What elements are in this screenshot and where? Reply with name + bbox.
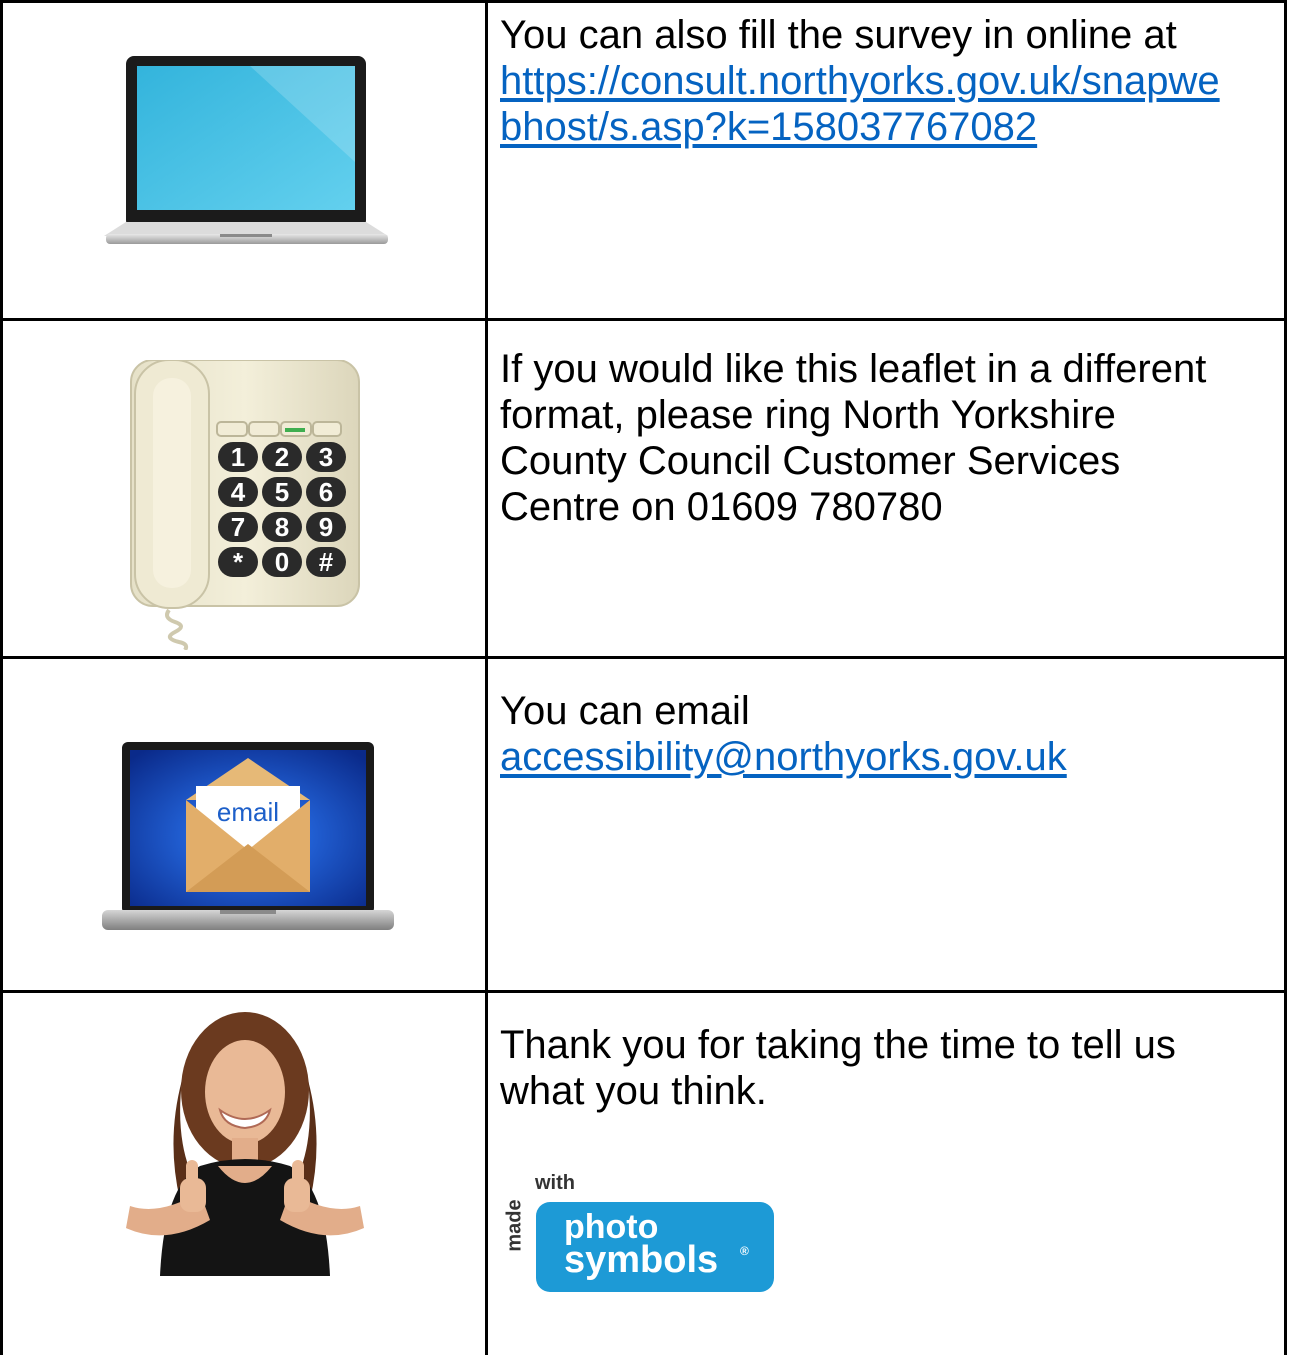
survey-link-line-1: https://consult.northyorks.gov.uk/snapwe — [500, 59, 1220, 103]
text-line: If you would like this leaflet in a diff… — [500, 347, 1207, 391]
row-divider — [0, 318, 1287, 321]
table-border-right — [1284, 0, 1287, 1355]
logo-registered-mark: ® — [740, 1244, 749, 1258]
survey-online-text: You can also fill the survey in online a… — [500, 12, 1285, 150]
survey-intro-text: You can also fill the survey in online a… — [500, 13, 1177, 57]
key-4: 4 — [218, 477, 258, 507]
row-divider — [0, 656, 1287, 659]
logo-with-text: with — [535, 1172, 575, 1194]
text-line: County Council Customer Services — [500, 439, 1121, 483]
text-line: Centre on 01609 780780 — [500, 485, 943, 529]
survey-link[interactable]: https://consult.northyorks.gov.uk/snapwe… — [500, 59, 1220, 149]
photosymbols-logo: made with photo symbols ® — [503, 1170, 783, 1296]
row-divider — [0, 990, 1287, 993]
alternative-format-text: If you would like this leaflet in a diff… — [500, 346, 1285, 530]
contact-table: You can also fill the survey in online a… — [0, 0, 1288, 1355]
key-star: * — [218, 547, 258, 577]
key-1: 1 — [218, 442, 258, 472]
key-hash: # — [306, 547, 346, 577]
key-3: 3 — [306, 442, 346, 472]
key-8: 8 — [262, 512, 302, 542]
logo-made-text: made — [503, 1199, 526, 1252]
keypad: 1 2 3 4 5 6 7 8 9 * 0 # — [218, 442, 346, 577]
text-line: Thank you for taking the time to tell us — [500, 1023, 1176, 1067]
envelope-label: email — [216, 797, 280, 827]
logo-badge: photo symbols ® — [536, 1202, 774, 1292]
key-5: 5 — [262, 477, 302, 507]
email-intro-text: You can email — [500, 689, 750, 733]
key-6: 6 — [306, 477, 346, 507]
text-line: format, please ring North Yorkshire — [500, 393, 1116, 437]
laptop-icon — [104, 56, 388, 244]
survey-link-line-2: bhost/s.asp?k=158037767082 — [500, 105, 1038, 149]
text-line: what you think. — [500, 1069, 767, 1113]
key-7: 7 — [218, 512, 258, 542]
column-divider — [485, 0, 488, 1355]
email-laptop-icon — [102, 742, 394, 930]
thank-you-text: Thank you for taking the time to tell us… — [500, 1022, 1285, 1114]
table-border-top — [0, 0, 1287, 3]
table-border-left — [0, 0, 3, 1355]
email-link[interactable]: accessibility@northyorks.gov.uk — [500, 735, 1067, 779]
email-text: You can email accessibility@northyorks.g… — [500, 688, 1285, 780]
logo-symbols-text: symbols — [564, 1239, 719, 1281]
key-0: 0 — [262, 547, 302, 577]
key-9: 9 — [306, 512, 346, 542]
key-2: 2 — [262, 442, 302, 472]
thumbs-up-person-icon — [126, 1012, 364, 1276]
